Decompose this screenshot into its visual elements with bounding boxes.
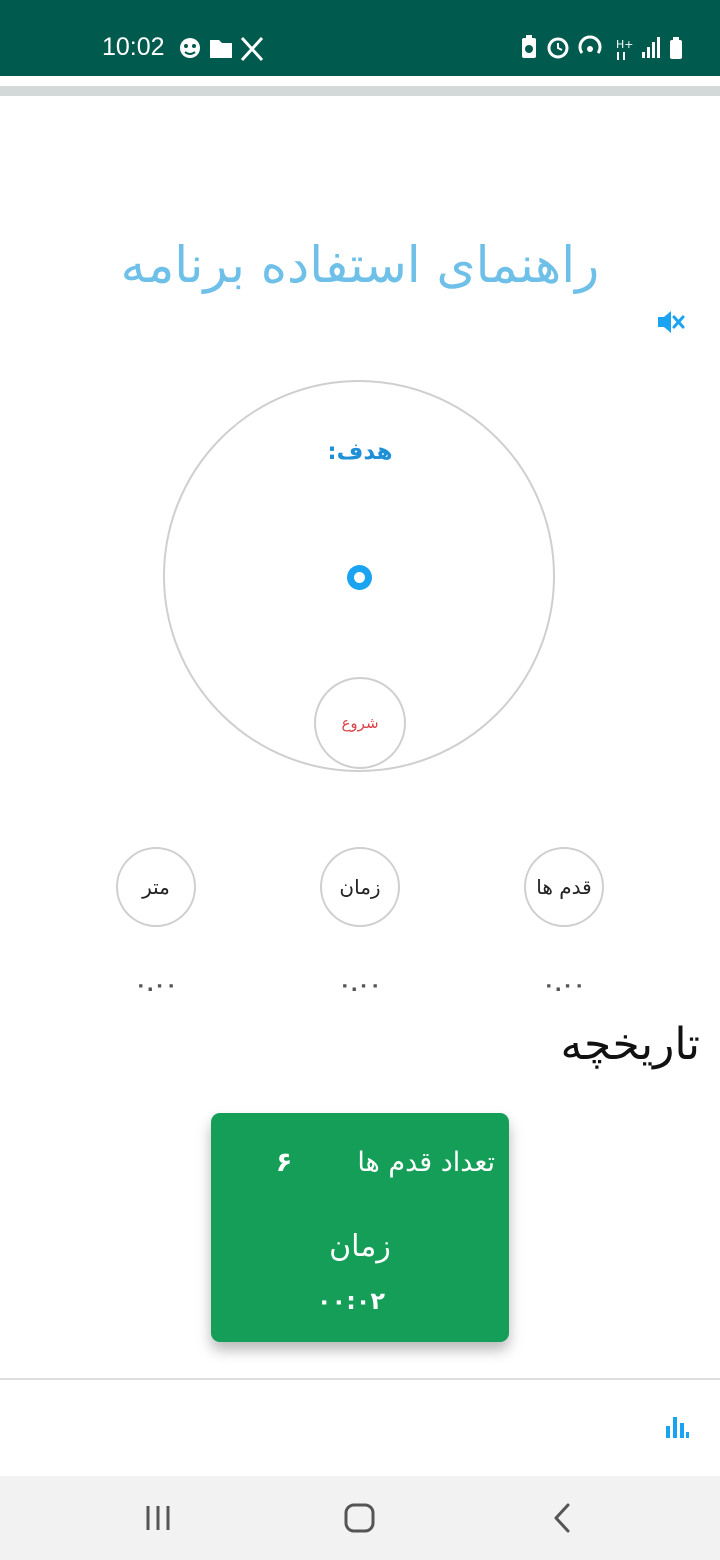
card-steps-label: تعداد قدم ها xyxy=(357,1147,495,1178)
history-card[interactable]: تعداد قدم ها ۶ زمان ۰۰:۰۲ xyxy=(211,1113,509,1342)
volume-mute-icon xyxy=(658,311,685,333)
center-dot-icon xyxy=(347,565,372,590)
card-time-value: ۰۰:۰۲ xyxy=(316,1287,386,1315)
stat-steps-circle: قدم ها xyxy=(524,847,604,927)
start-button[interactable]: شروع xyxy=(314,677,406,769)
status-left-icons xyxy=(180,36,264,62)
stat-meters-circle: متر xyxy=(116,847,196,927)
start-button-label: شروع xyxy=(341,714,379,732)
battery-icon xyxy=(670,37,682,59)
stat-time-label: زمان xyxy=(339,875,381,899)
folder-icon xyxy=(210,40,232,58)
battery-saver-icon xyxy=(522,35,536,58)
back-button[interactable] xyxy=(544,1500,580,1536)
stat-steps-label: قدم ها xyxy=(536,875,592,899)
recent-apps-icon xyxy=(146,1506,170,1530)
bar-chart-icon xyxy=(666,1417,689,1438)
status-right-icons: H+ xyxy=(522,35,682,60)
status-bar: 10:02 H+ xyxy=(0,0,720,76)
alarm-icon xyxy=(547,37,569,59)
home-icon xyxy=(344,1503,375,1533)
home-button[interactable] xyxy=(342,1500,378,1536)
mute-button[interactable] xyxy=(652,304,688,340)
stat-steps-value: ۰.۰۰ xyxy=(542,974,585,996)
back-icon xyxy=(554,1503,570,1533)
stats-button[interactable] xyxy=(664,1414,690,1440)
navigation-bar xyxy=(0,1476,720,1560)
recent-apps-button[interactable] xyxy=(140,1500,176,1536)
hplus-data-icon: H+ xyxy=(616,38,634,60)
hotspot-icon xyxy=(578,35,602,54)
header-divider xyxy=(0,86,720,96)
help-title[interactable]: راهنمای استفاده برنامه xyxy=(100,222,620,308)
card-steps-value: ۶ xyxy=(275,1147,293,1178)
stat-time-circle: زمان xyxy=(320,847,400,927)
x-logo-icon xyxy=(240,36,264,62)
card-time-label: زمان xyxy=(329,1229,391,1264)
status-time: 10:02 xyxy=(102,33,165,61)
signal-icon xyxy=(642,37,660,58)
svg-text:H+: H+ xyxy=(616,38,634,51)
stat-meters-label: متر xyxy=(142,875,170,899)
bottom-divider xyxy=(0,1378,720,1380)
face-emoji-icon xyxy=(180,38,200,58)
stat-time-value: ۰.۰۰ xyxy=(338,974,381,996)
goal-label: هدف: xyxy=(327,439,393,465)
history-title: تاریخچه xyxy=(560,1019,700,1070)
stat-meters-value: ۰.۰۰ xyxy=(134,974,177,996)
center-dot-inner xyxy=(354,572,365,583)
